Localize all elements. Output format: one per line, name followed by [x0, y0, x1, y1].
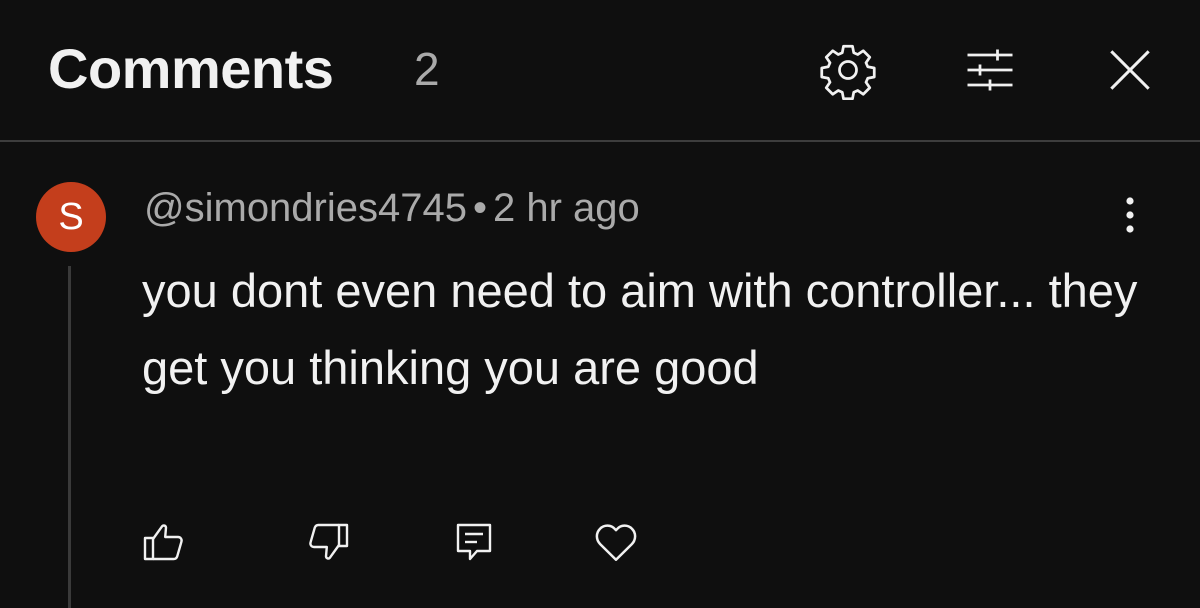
filter-button[interactable] — [958, 38, 1022, 102]
comment-menu-button[interactable] — [1108, 190, 1152, 240]
filter-sliders-icon — [967, 49, 1013, 91]
comments-count: 2 — [414, 43, 440, 95]
settings-button[interactable] — [816, 38, 880, 102]
heart-button[interactable] — [588, 514, 644, 570]
comment-author[interactable]: @simondries4745 — [144, 186, 467, 230]
close-icon — [1110, 50, 1150, 90]
avatar-letter: S — [58, 195, 84, 238]
reply-button[interactable] — [446, 514, 502, 570]
thumbs-down-icon — [309, 523, 349, 560]
heart-icon — [595, 524, 637, 561]
comments-title: Comments — [48, 37, 334, 100]
comment-time: 2 hr ago — [493, 186, 640, 230]
like-button[interactable] — [136, 514, 192, 570]
meta-separator: • — [473, 186, 488, 230]
thread-line — [68, 266, 71, 608]
comments-panel: Comments 2 S @simondries4745 • 2 hr ago … — [0, 0, 1200, 608]
comment-meta: @simondries4745 • 2 hr ago — [144, 186, 640, 231]
comments-header: Comments 2 — [0, 0, 1200, 142]
close-button[interactable] — [1098, 38, 1162, 102]
gear-icon — [820, 44, 876, 100]
avatar[interactable]: S — [36, 182, 106, 252]
thumbs-up-icon — [143, 524, 183, 561]
reply-icon — [456, 523, 492, 561]
more-vert-icon — [1126, 197, 1134, 233]
dislike-button[interactable] — [300, 514, 356, 570]
comment-text: you dont even need to aim with controlle… — [142, 264, 1138, 394]
